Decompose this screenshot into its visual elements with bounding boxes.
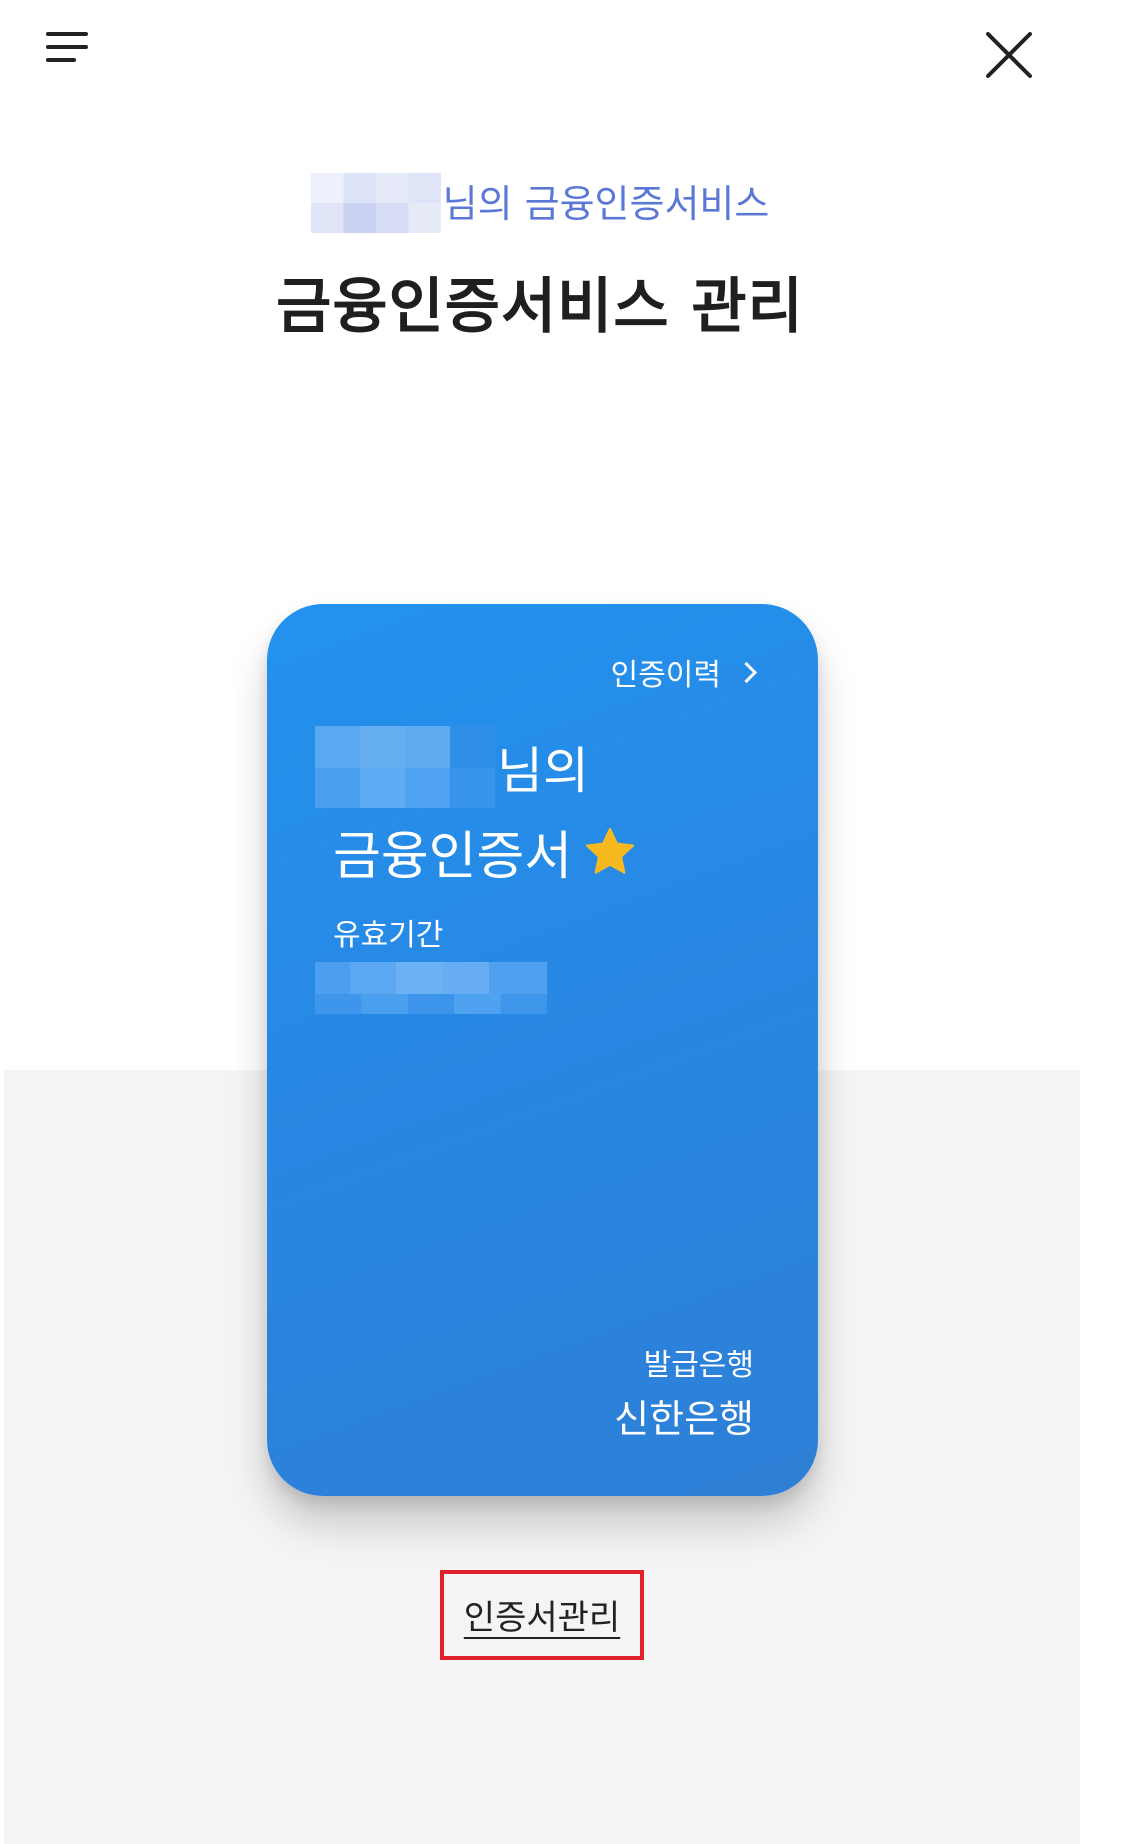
close-icon[interactable] bbox=[982, 28, 1036, 82]
masked-validity-period bbox=[315, 962, 547, 1014]
certificate-card: 인증이력 님의 금융인증서 유효기간 발급은행 신한은행 bbox=[267, 604, 818, 1496]
validity-label: 유효기간 bbox=[333, 918, 444, 953]
chevron-right-icon bbox=[735, 661, 758, 683]
issuer-bank-name: 신한은행 bbox=[614, 1397, 754, 1441]
financial-cert-management-screen: 님의 금융인증서비스 금융인증서비스 관리 인증이력 님의 금융인증서 유효기간… bbox=[0, 0, 1128, 1844]
auth-history-link[interactable]: 인증이력 bbox=[610, 650, 758, 694]
card-owner-suffix: 님의 bbox=[497, 742, 589, 800]
certificate-title: 금융인증서 bbox=[333, 827, 573, 887]
page-title: 금융인증서비스 관리 bbox=[276, 272, 804, 342]
page-subtitle: 님의 금융인증서비스 bbox=[0, 172, 1080, 236]
masked-owner-name bbox=[315, 726, 495, 808]
highlight-box: 인증서관리 bbox=[440, 1570, 644, 1660]
certificate-manage-link[interactable]: 인증서관리 bbox=[444, 1590, 640, 1639]
subtitle-text: 님의 금융인증서비스 bbox=[442, 182, 770, 226]
card-owner-line: 님의 bbox=[315, 726, 589, 808]
auth-history-label: 인증이력 bbox=[610, 658, 721, 693]
star-icon bbox=[586, 827, 635, 874]
issuer-label: 발급은행 bbox=[643, 1348, 754, 1383]
hamburger-menu-icon[interactable] bbox=[42, 30, 102, 80]
card-title: 금융인증서 bbox=[333, 814, 638, 889]
masked-user-name bbox=[310, 172, 441, 233]
